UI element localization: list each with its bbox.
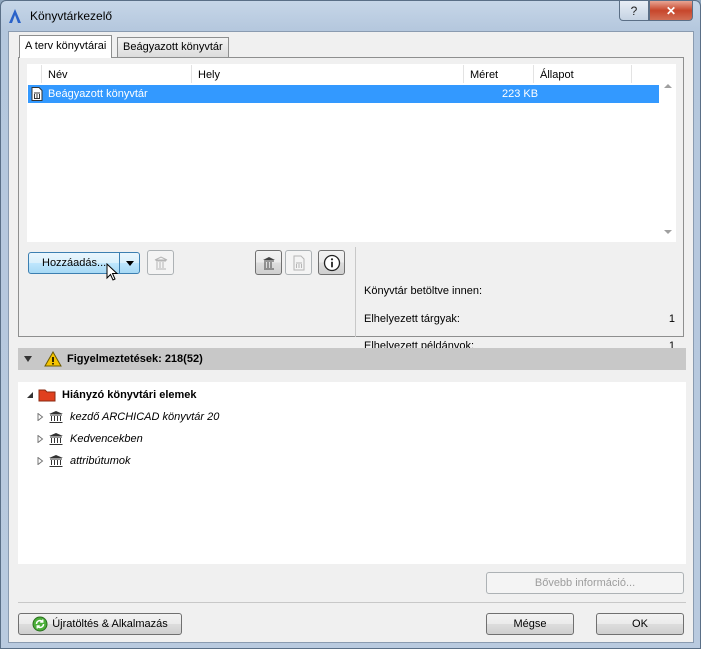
title-bar: Könyvtárkezelő ? ✕ [1,1,700,31]
expand-arrow-icon[interactable] [36,413,44,421]
expand-arrow-icon[interactable] [36,457,44,465]
tree-root-label: Hiányzó könyvtári elemek [62,389,197,401]
info-divider [355,247,356,337]
expand-arrow-icon[interactable] [36,435,44,443]
mouse-cursor-icon [106,263,119,281]
dialog-client: A terv könyvtárai Beágyazott könyvtár Né… [8,31,694,643]
tab-panel: Név Hely Méret Állapot Beágyazott könyvt… [18,57,684,352]
table-row[interactable]: Beágyazott könyvtár 223 KB [28,85,660,103]
info-button[interactable] [318,250,345,275]
tree-item[interactable]: kezdő ARCHICAD könyvtár 20 [36,408,219,426]
scroll-down-arrow[interactable] [664,230,672,234]
row-size: 223 KB [502,88,539,100]
library-file-icon [31,87,43,101]
library-icon [262,256,275,269]
footer-separator [18,602,686,603]
tree-root[interactable]: Hiányzó könyvtári elemek [26,386,197,404]
remove-library-icon [154,255,167,269]
chevron-down-icon[interactable] [24,356,32,362]
library-manager-window: Könyvtárkezelő ? ✕ A terv könyvtárai Beá… [0,0,701,649]
chevron-down-icon [126,261,134,266]
placed-objects-label: Elhelyezett tárgyak: [364,313,460,325]
more-info-button[interactable]: Bővebb információ... [486,572,684,594]
add-button-label: Hozzáadás... [42,257,107,269]
column-header-status[interactable]: Állapot [534,65,632,83]
missing-items-tree: Hiányzó könyvtári elemek kezdő ARCHICAD … [18,382,686,564]
row-name: Beágyazott könyvtár [48,88,148,100]
library-file-button[interactable] [285,250,312,275]
reload-apply-button[interactable]: Újratöltés & Alkalmazás [18,613,182,635]
close-button[interactable]: ✕ [649,1,693,21]
tree-item-label: Kedvencekben [70,433,143,445]
tree-item[interactable]: Kedvencekben [36,430,143,448]
cancel-button[interactable]: Mégse [486,613,574,635]
add-dropdown-button[interactable] [119,253,139,273]
warnings-label: Figyelmeztetések: 218(52) [67,353,203,365]
library-document-icon [293,255,304,270]
library-settings-button[interactable] [255,250,282,275]
refresh-icon [32,616,48,632]
add-button[interactable]: Hozzáadás... [28,252,140,274]
tree-item-label: kezdő ARCHICAD könyvtár 20 [70,411,220,423]
folder-icon [38,389,56,402]
column-header-size[interactable]: Méret [464,65,534,83]
column-header-icon [28,65,42,83]
window-title: Könyvtárkezelő [30,9,113,23]
help-button[interactable]: ? [619,1,649,21]
ok-button[interactable]: OK [596,613,684,635]
tab-project-libraries[interactable]: A terv könyvtárai [19,35,113,58]
list-scrollbar[interactable] [659,64,676,242]
library-icon [49,455,63,467]
column-header-name[interactable]: Név [42,65,192,83]
info-icon [323,254,340,271]
remove-library-button[interactable] [147,250,174,275]
library-icon [49,411,63,423]
warning-icon [44,351,62,367]
tab-embedded-library[interactable]: Beágyazott könyvtár [117,37,229,57]
warnings-header[interactable]: Figyelmeztetések: 218(52) [18,348,686,370]
column-header-location[interactable]: Hely [192,65,464,83]
archicad-app-icon [9,9,21,23]
library-icon [49,433,63,445]
tree-item[interactable]: attribútumok [36,452,131,470]
reload-apply-label: Újratöltés & Alkalmazás [52,618,168,630]
library-list[interactable]: Név Hely Méret Állapot Beágyazott könyvt… [27,64,660,242]
placed-objects-value: 1 [668,313,675,325]
tree-item-label: attribútumok [70,455,131,467]
scroll-up-arrow[interactable] [664,84,672,88]
collapse-arrow-icon[interactable] [26,391,34,399]
loaded-from-label: Könyvtár betöltve innen: [364,285,483,297]
